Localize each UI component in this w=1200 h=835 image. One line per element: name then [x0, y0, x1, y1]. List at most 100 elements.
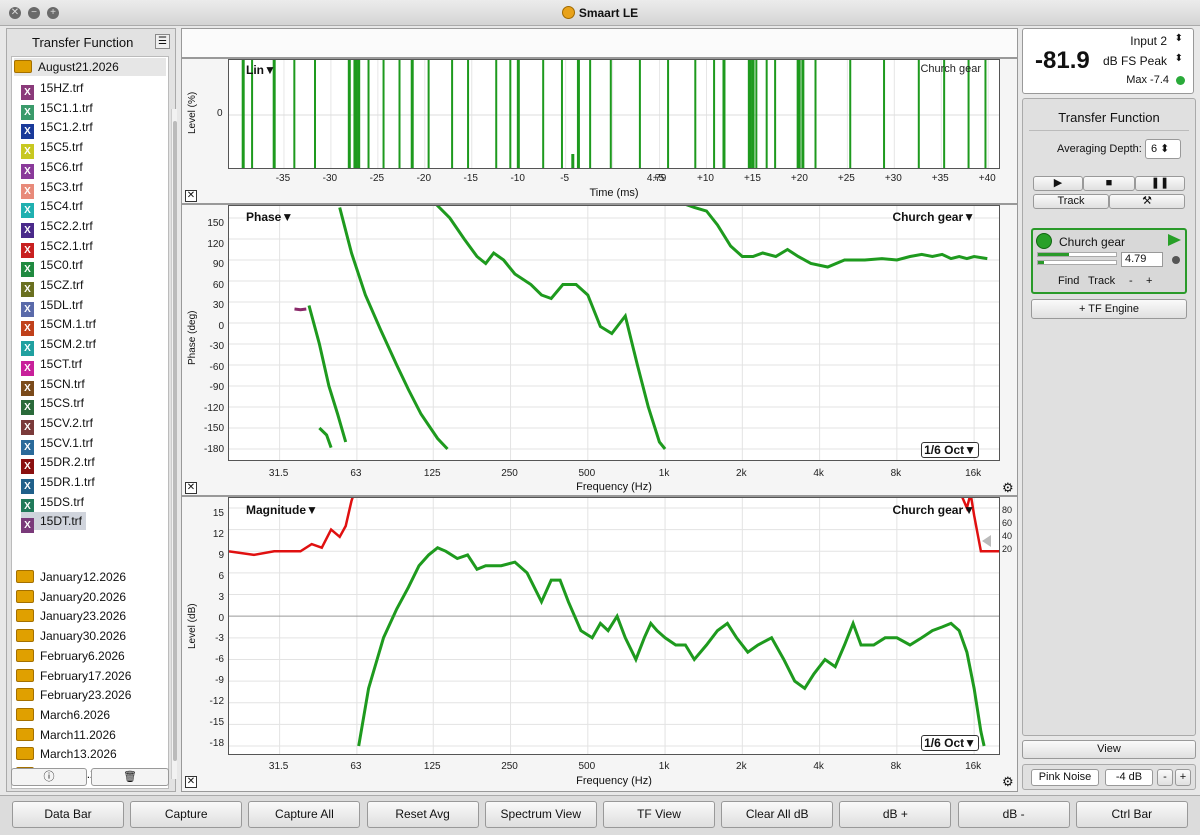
file-item[interactable]: X 15CV.2.trf [21, 414, 93, 435]
magnitude-trace-label[interactable]: Church gear▼ [892, 503, 975, 517]
meter-mode-select[interactable]: dB FS Peak [1103, 54, 1167, 68]
input-select[interactable]: Input 2 [1130, 34, 1167, 48]
file-item[interactable]: X 15DT.trf [21, 512, 87, 534]
play-button[interactable]: ▶ [1033, 176, 1083, 191]
magnitude-gear-icon[interactable]: ⚙ [1002, 774, 1014, 790]
folder-item[interactable]: February6.2026 [16, 647, 125, 665]
folder-item[interactable]: March13.2026 [16, 745, 117, 763]
toolbar-button[interactable]: Capture All [248, 801, 361, 828]
averaging-select[interactable]: 6 ⬍ [1145, 139, 1181, 159]
toolbar-button[interactable]: Ctrl Bar [1075, 801, 1188, 828]
measurement-run-icon[interactable] [1168, 234, 1181, 246]
delay-plus-button[interactable]: + [1146, 275, 1152, 287]
file-item[interactable]: X 15HZ.trf [21, 79, 83, 100]
toolbar-button[interactable]: Clear All dB [721, 801, 834, 828]
file-item[interactable]: X 15CN.trf [21, 375, 85, 396]
folder-item[interactable]: February17.2026 [16, 667, 131, 685]
delay-minus-button[interactable]: - [1129, 275, 1133, 287]
track-button[interactable]: Track [1033, 194, 1109, 209]
file-item[interactable]: X 15C2.1.trf [21, 237, 93, 258]
file-item[interactable]: X 15DR.2.trf [21, 453, 95, 475]
file-item[interactable]: X 15CM.1.trf [21, 315, 96, 337]
toolbar-button[interactable]: dB + [839, 801, 952, 828]
delete-button[interactable]: 🗑 [91, 768, 169, 786]
folder-item[interactable]: January30.2026 [16, 627, 126, 645]
folder-item[interactable]: January23.2026 [16, 607, 126, 625]
level-meter: -81.9 Input 2 ⬍ dB FS Peak ⬍ Max -7.4 [1022, 28, 1194, 94]
impulse-plot[interactable] [228, 59, 1000, 169]
generator-minus-button[interactable]: - [1157, 769, 1173, 786]
meter-m-bar [1037, 252, 1117, 257]
impulse-close-icon[interactable]: ✕ [185, 190, 197, 202]
file-item[interactable]: X 15CM.2.trf [21, 335, 96, 357]
phase-title[interactable]: Phase▼ [246, 210, 293, 224]
file-item[interactable]: X 15C5.trf [21, 138, 83, 160]
view-button[interactable]: View [1022, 740, 1196, 759]
folder-item[interactable]: February23.2026 [16, 686, 131, 704]
generator-plus-button[interactable]: + [1175, 769, 1191, 786]
mode-chevron-icon[interactable]: ⬍ [1175, 53, 1183, 64]
toolbar-button[interactable]: dB - [957, 801, 1070, 828]
phase-gear-icon[interactable]: ⚙ [1002, 480, 1014, 496]
file-item[interactable]: X 15C0.trf [21, 256, 83, 278]
y-tick-label: 15 [212, 508, 224, 520]
pause-button[interactable]: ❚❚ [1135, 176, 1185, 191]
add-tf-engine-button[interactable]: + TF Engine [1031, 299, 1187, 319]
generator-level[interactable]: -4 dB [1105, 769, 1153, 786]
file-item[interactable]: X 15C3.trf [21, 178, 83, 199]
magnitude-close-icon[interactable]: ✕ [185, 776, 197, 788]
x-tick-label: 125 [423, 468, 441, 479]
phase-close-icon[interactable]: ✕ [185, 482, 197, 494]
pink-noise-button[interactable]: Pink Noise [1031, 769, 1099, 786]
folder-item[interactable]: March6.2026 [16, 706, 110, 724]
file-item[interactable]: X 15CS.trf [21, 394, 84, 416]
phase-trace-label[interactable]: Church gear▼ [892, 210, 975, 224]
file-item[interactable]: X 15C2.2.trf [21, 217, 93, 238]
stop-button[interactable]: ■ [1083, 176, 1135, 191]
toolbar-button[interactable]: Reset Avg [366, 801, 479, 828]
info-button[interactable]: ⓘ [11, 768, 87, 786]
file-name: 15CT.trf [40, 356, 83, 371]
session-folder[interactable]: August21.2026 [14, 58, 166, 76]
toolbar-button[interactable]: Spectrum View [484, 801, 597, 828]
magnitude-smoothing[interactable]: 1/6 Oct▼ [921, 735, 979, 751]
phase-plot[interactable] [228, 195, 1000, 461]
file-item[interactable]: X 15C1.2.trf [21, 118, 93, 140]
file-item[interactable]: X 15C1.1.trf [21, 99, 93, 120]
track-link[interactable]: Track [1088, 275, 1115, 287]
toolbar-button[interactable]: TF View [603, 801, 715, 828]
scrollbar-thumb[interactable] [173, 121, 177, 761]
measurement-on-icon[interactable] [1036, 233, 1052, 249]
file-item[interactable]: X 15C4.trf [21, 197, 83, 219]
measurement-card[interactable]: Church gear 4.79 Find Track - + [1031, 228, 1187, 294]
toolbar-button[interactable]: Capture [130, 801, 243, 828]
phase-svg [229, 195, 999, 460]
file-name: 15DT.trf [40, 514, 83, 529]
folder-item[interactable]: January20.2026 [16, 588, 126, 606]
sidebar-scrollbar[interactable] [171, 109, 177, 779]
impulse-svg [229, 60, 999, 168]
magnitude-plot[interactable] [228, 488, 1000, 755]
file-item[interactable]: X 15CZ.trf [21, 276, 83, 297]
file-item[interactable]: X 15DS.trf [21, 493, 84, 514]
file-item[interactable]: X 15DL.trf [21, 296, 83, 317]
tools-button[interactable]: ⚒ [1109, 194, 1185, 209]
impulse-title[interactable]: Lin▼ [246, 63, 276, 77]
file-item[interactable]: X 15CV.1.trf [21, 434, 93, 455]
find-button[interactable]: Find [1058, 275, 1079, 287]
folder-item[interactable]: March11.2026 [16, 726, 116, 744]
magnitude-title[interactable]: Magnitude▼ [246, 503, 318, 517]
folder-item[interactable]: January12.2026 [16, 568, 126, 586]
menu-icon[interactable]: ☰ [155, 34, 170, 49]
delay-field[interactable]: 4.79 [1121, 252, 1163, 267]
phase-smoothing[interactable]: 1/6 Oct▼ [921, 442, 979, 458]
x-tick-label: -30 [322, 173, 338, 184]
input-chevron-icon[interactable]: ⬍ [1175, 33, 1183, 44]
folder-name: January30.2026 [40, 629, 127, 644]
file-item[interactable]: X 15DR.1.trf [21, 473, 95, 494]
x-tick-label: +25 [837, 173, 855, 184]
file-item[interactable]: X 15C6.trf [21, 158, 83, 179]
coherence-slider-icon[interactable] [982, 535, 991, 547]
toolbar-button[interactable]: Data Bar [12, 801, 124, 828]
file-item[interactable]: X 15CT.trf [21, 355, 83, 376]
